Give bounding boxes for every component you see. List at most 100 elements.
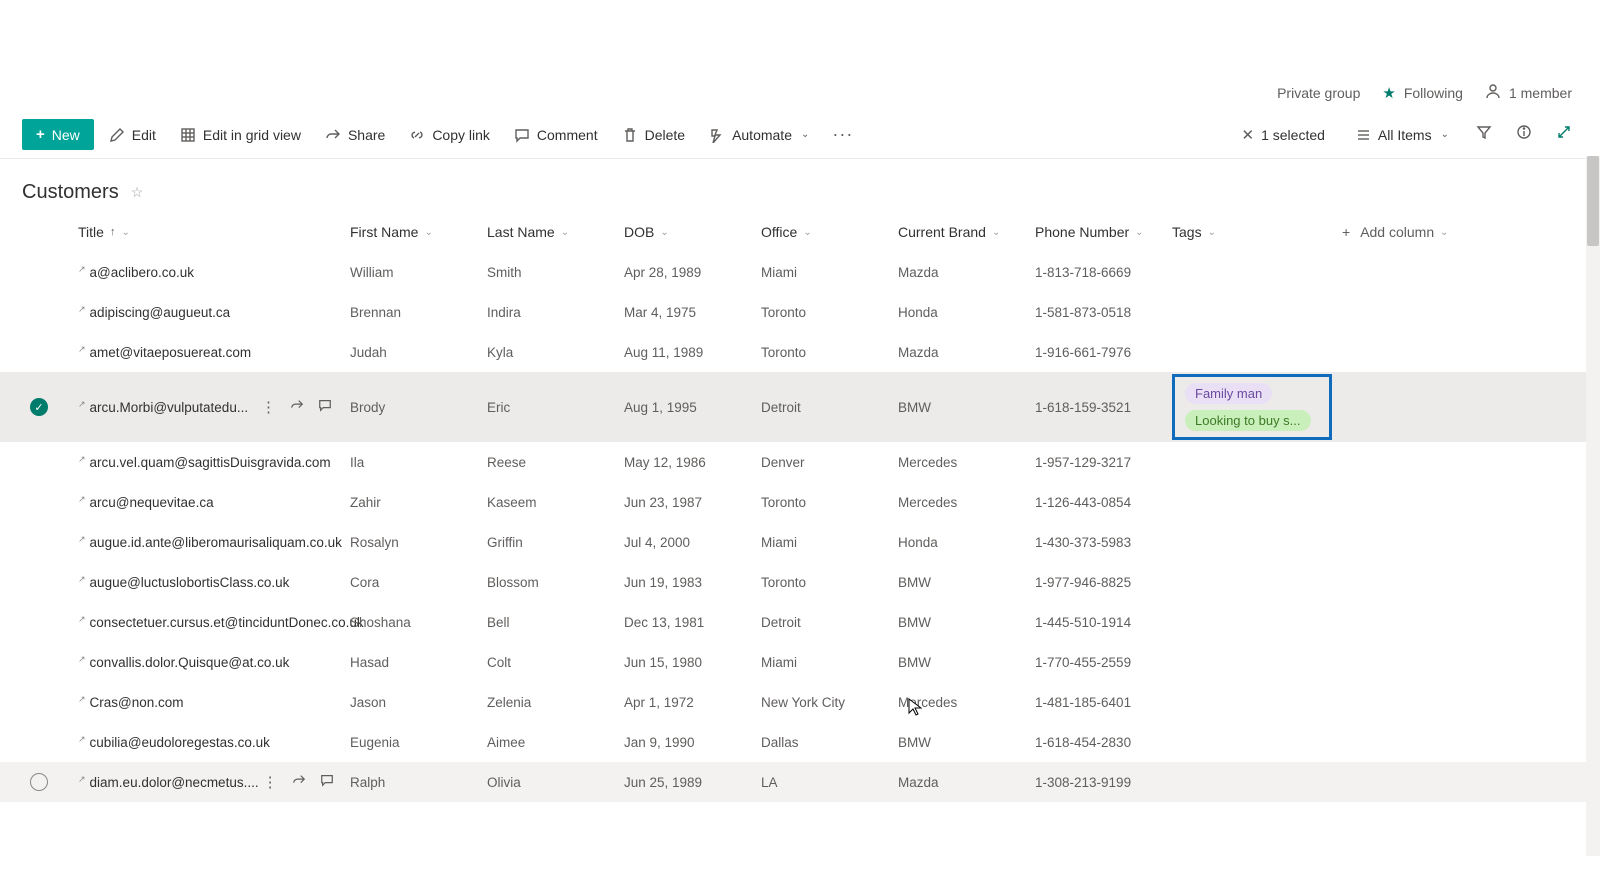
dob-cell: May 12, 1986 [624, 453, 761, 472]
row-selector[interactable] [0, 773, 78, 791]
tags-cell[interactable] [1172, 350, 1342, 354]
row-share-icon[interactable] [290, 398, 304, 416]
tags-cell[interactable]: Family man Looking to buy s... [1172, 372, 1342, 442]
dob-cell: Jun 19, 1983 [624, 573, 761, 592]
title-text: cubilia@eudoloregestas.co.uk [90, 735, 270, 750]
tags-edit-box[interactable]: Family man Looking to buy s... [1172, 374, 1332, 440]
title-text: augue@luctuslobortisClass.co.uk [90, 575, 290, 590]
title-cell[interactable]: ↗ augue@luctuslobortisClass.co.uk [78, 573, 350, 592]
site-topbar: Private group ★ Following 1 member [0, 75, 1600, 111]
clear-selection-button[interactable]: ✕ 1 selected [1233, 120, 1334, 150]
row-menu-icon[interactable]: ⋮ [261, 398, 276, 416]
new-button[interactable]: + New [22, 119, 94, 150]
add-column-button[interactable]: +Add column⌄ [1342, 224, 1492, 240]
tag-pill[interactable]: Looking to buy s... [1185, 410, 1311, 431]
edit-grid-button[interactable]: Edit in grid view [171, 121, 310, 149]
row-menu-icon[interactable]: ⋮ [263, 773, 278, 791]
row-selector[interactable]: ✓ [0, 398, 78, 416]
table-row[interactable]: ↗adipiscing@augueut.caBrennanIndiraMar 4… [0, 292, 1600, 332]
office-cell: Denver [761, 453, 898, 472]
office-cell: Detroit [761, 613, 898, 632]
title-cell[interactable]: ↗arcu.Morbi@vulputatedu...⋮ [78, 396, 350, 418]
close-icon: ✕ [1242, 126, 1255, 144]
title-cell[interactable]: ↗amet@vitaeposuereat.com [78, 343, 350, 362]
title-cell[interactable]: ↗adipiscing@augueut.ca [78, 303, 350, 322]
dob-cell: Apr 28, 1989 [624, 263, 761, 282]
title-cell[interactable]: ↗augue.id.ante@liberomaurisaliquam.co.uk [78, 533, 350, 552]
column-header-brand[interactable]: Current Brand⌄ [898, 224, 1035, 240]
tags-cell[interactable] [1172, 620, 1342, 624]
column-header-last-name[interactable]: Last Name⌄ [487, 224, 624, 240]
column-header-phone[interactable]: Phone Number⌄ [1035, 224, 1172, 240]
tag-pill[interactable]: Family man [1185, 383, 1272, 404]
table-row[interactable]: ↗augue.id.ante@liberomaurisaliquam.co.uk… [0, 522, 1600, 562]
comment-icon [514, 127, 530, 143]
office-cell: Miami [761, 653, 898, 672]
copy-link-button[interactable]: Copy link [400, 121, 499, 149]
open-link-icon: ↗ [78, 774, 86, 785]
brand-cell: Honda [898, 303, 1035, 322]
table-row[interactable]: ✓↗arcu.Morbi@vulputatedu...⋮BrodyEricAug… [0, 372, 1600, 442]
table-row[interactable]: ↗amet@vitaeposuereat.comJudahKylaAug 11,… [0, 332, 1600, 372]
open-link-icon: ↗ [78, 574, 86, 585]
column-header-first-name[interactable]: First Name⌄ [350, 224, 487, 240]
row-comment-icon[interactable] [320, 773, 334, 791]
title-text: consectetuer.cursus.et@tinciduntDonec.co… [90, 615, 364, 630]
tags-cell[interactable] [1172, 460, 1342, 464]
filter-button[interactable] [1470, 120, 1498, 149]
tags-cell[interactable] [1172, 310, 1342, 314]
delete-button[interactable]: Delete [613, 121, 694, 149]
table-row[interactable]: ↗arcu.vel.quam@sagittisDuisgravida.comIl… [0, 442, 1600, 482]
brand-cell: Mercedes [898, 693, 1035, 712]
table-row[interactable]: ↗a@aclibero.co.ukWilliamSmithApr 28, 198… [0, 252, 1600, 292]
table-row[interactable]: ↗cubilia@eudoloregestas.co.ukEugeniaAime… [0, 722, 1600, 762]
tags-cell[interactable] [1172, 270, 1342, 274]
expand-button[interactable] [1550, 120, 1578, 149]
column-header-title[interactable]: Title ↑ ⌄ [78, 224, 350, 240]
column-header-office[interactable]: Office⌄ [761, 224, 898, 240]
title-cell[interactable]: ↗a@aclibero.co.uk [78, 263, 350, 282]
column-header-dob[interactable]: DOB⌄ [624, 224, 761, 240]
automate-label: Automate [732, 127, 792, 143]
members-label[interactable]: 1 member [1509, 85, 1572, 101]
table-row[interactable]: ↗consectetuer.cursus.et@tinciduntDonec.c… [0, 602, 1600, 642]
table-row[interactable]: ↗diam.eu.dolor@necmetus....⋮RalphOliviaJ… [0, 762, 1600, 802]
edit-button[interactable]: Edit [100, 121, 165, 149]
title-cell[interactable]: ↗arcu@nequevitae.ca [78, 493, 350, 512]
row-comment-icon[interactable] [318, 398, 332, 416]
tags-cell[interactable] [1172, 700, 1342, 704]
title-text: Cras@non.com [90, 695, 184, 710]
tags-cell[interactable] [1172, 540, 1342, 544]
table-row[interactable]: ↗augue@luctuslobortisClass.co.ukCoraBlos… [0, 562, 1600, 602]
info-button[interactable] [1510, 120, 1538, 149]
following-label[interactable]: Following [1404, 85, 1463, 101]
list-header: Customers ☆ [0, 159, 1600, 210]
comment-button[interactable]: Comment [505, 121, 607, 149]
overflow-button[interactable]: ··· [824, 120, 861, 149]
title-cell[interactable]: ↗convallis.dolor.Quisque@at.co.uk [78, 653, 350, 672]
title-cell[interactable]: ↗cubilia@eudoloregestas.co.uk [78, 733, 350, 752]
column-header-tags[interactable]: Tags⌄ [1172, 224, 1342, 240]
brand-cell: BMW [898, 613, 1035, 632]
title-cell[interactable]: ↗consectetuer.cursus.et@tinciduntDonec.c… [78, 613, 350, 632]
row-share-icon[interactable] [292, 773, 306, 791]
table-row[interactable]: ↗convallis.dolor.Quisque@at.co.ukHasadCo… [0, 642, 1600, 682]
title-cell[interactable]: ↗diam.eu.dolor@necmetus....⋮ [78, 771, 350, 793]
scrollbar-thumb[interactable] [1587, 156, 1599, 246]
scrollbar-track[interactable] [1586, 156, 1600, 856]
automate-button[interactable]: Automate ⌄ [700, 121, 818, 149]
table-row[interactable]: ↗arcu@nequevitae.caZahirKaseemJun 23, 19… [0, 482, 1600, 522]
title-cell[interactable]: ↗Cras@non.com [78, 693, 350, 712]
edit-grid-label: Edit in grid view [203, 127, 301, 143]
share-button[interactable]: Share [316, 121, 394, 149]
tags-cell[interactable] [1172, 500, 1342, 504]
tags-cell[interactable] [1172, 580, 1342, 584]
view-switcher[interactable]: All Items ⌄ [1346, 121, 1458, 149]
title-cell[interactable]: ↗arcu.vel.quam@sagittisDuisgravida.com [78, 453, 350, 472]
table-row[interactable]: ↗Cras@non.comJasonZeleniaApr 1, 1972New … [0, 682, 1600, 722]
tags-cell[interactable] [1172, 780, 1342, 784]
tags-cell[interactable] [1172, 740, 1342, 744]
star-outline-icon[interactable]: ☆ [131, 184, 144, 201]
selected-count-label: 1 selected [1261, 127, 1325, 143]
tags-cell[interactable] [1172, 660, 1342, 664]
